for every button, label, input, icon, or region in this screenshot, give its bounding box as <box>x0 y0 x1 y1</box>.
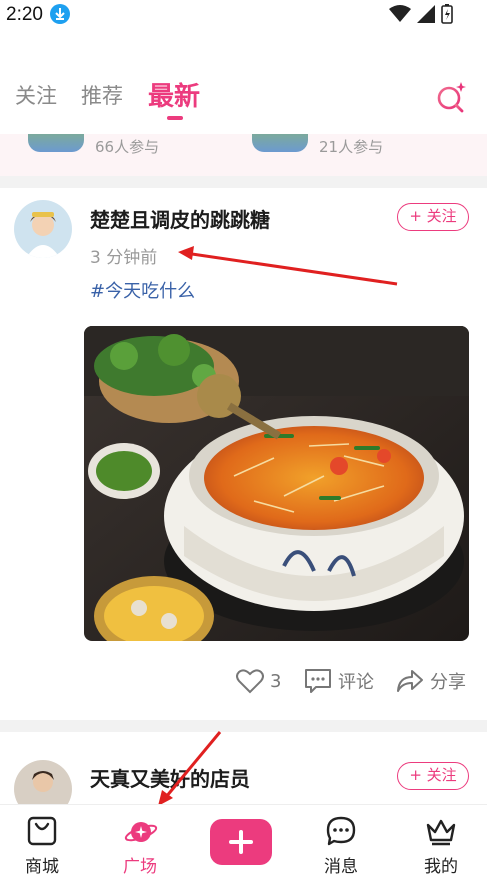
chat-icon <box>326 816 356 846</box>
nav-label: 消息 <box>324 857 358 877</box>
comment-button[interactable]: 评论 <box>304 668 374 694</box>
battery-icon <box>441 4 453 24</box>
topic-participants: 66人参与 <box>95 138 160 156</box>
bottom-navigation: 商城 广场 消息 我的 <box>0 804 487 880</box>
nav-shop[interactable]: 商城 <box>2 805 82 880</box>
status-time: 2:20 <box>6 4 43 25</box>
author-name[interactable]: 楚楚且调皮的跳跳糖 <box>90 204 270 233</box>
share-button[interactable]: 分享 <box>396 668 466 694</box>
follow-button[interactable]: + 关注 <box>397 762 469 790</box>
like-button[interactable]: 3 <box>236 668 281 694</box>
download-icon <box>50 4 70 24</box>
topic-thumbnail[interactable] <box>252 134 308 152</box>
tab-following[interactable]: 关注 <box>15 80 57 110</box>
topic-strip: 66人参与 21人参与 <box>0 134 487 176</box>
comment-label: 评论 <box>338 672 374 693</box>
section-divider <box>0 720 487 732</box>
heart-icon <box>236 669 264 694</box>
share-icon <box>397 670 423 692</box>
comment-icon <box>305 669 331 693</box>
nav-label: 商城 <box>25 857 59 877</box>
topic-participants: 21人参与 <box>319 138 384 156</box>
avatar[interactable] <box>14 200 72 258</box>
post-timestamp: 3 分钟前 <box>90 248 158 268</box>
nav-profile[interactable]: 我的 <box>401 805 481 880</box>
crown-icon <box>426 819 456 846</box>
section-divider <box>0 176 487 188</box>
search-icon <box>437 82 466 113</box>
wifi-icon <box>389 5 411 22</box>
share-label: 分享 <box>430 672 466 693</box>
nav-label: 我的 <box>424 857 458 877</box>
plus-icon <box>229 830 253 854</box>
nav-square[interactable]: 广场 <box>100 805 180 880</box>
post-hashtag[interactable]: #今天吃什么 <box>90 277 195 303</box>
topic-thumbnail[interactable] <box>28 134 84 152</box>
nav-label: 广场 <box>123 857 157 877</box>
planet-icon <box>124 822 158 842</box>
create-post-button[interactable] <box>210 819 272 865</box>
tab-latest[interactable]: 最新 <box>148 76 200 113</box>
bag-icon <box>27 816 57 846</box>
status-bar: 2:20 <box>0 0 487 30</box>
nav-messages[interactable]: 消息 <box>301 805 381 880</box>
like-count: 3 <box>270 670 282 692</box>
signal-icon <box>417 5 435 23</box>
feed-tabs: 关注 推荐 最新 <box>0 76 487 126</box>
search-button[interactable] <box>434 80 468 114</box>
post-image[interactable] <box>84 326 469 641</box>
tab-recommended[interactable]: 推荐 <box>81 80 123 110</box>
follow-button[interactable]: + 关注 <box>397 203 469 231</box>
active-tab-indicator <box>167 116 183 120</box>
author-name[interactable]: 天真又美好的店员 <box>90 763 250 792</box>
